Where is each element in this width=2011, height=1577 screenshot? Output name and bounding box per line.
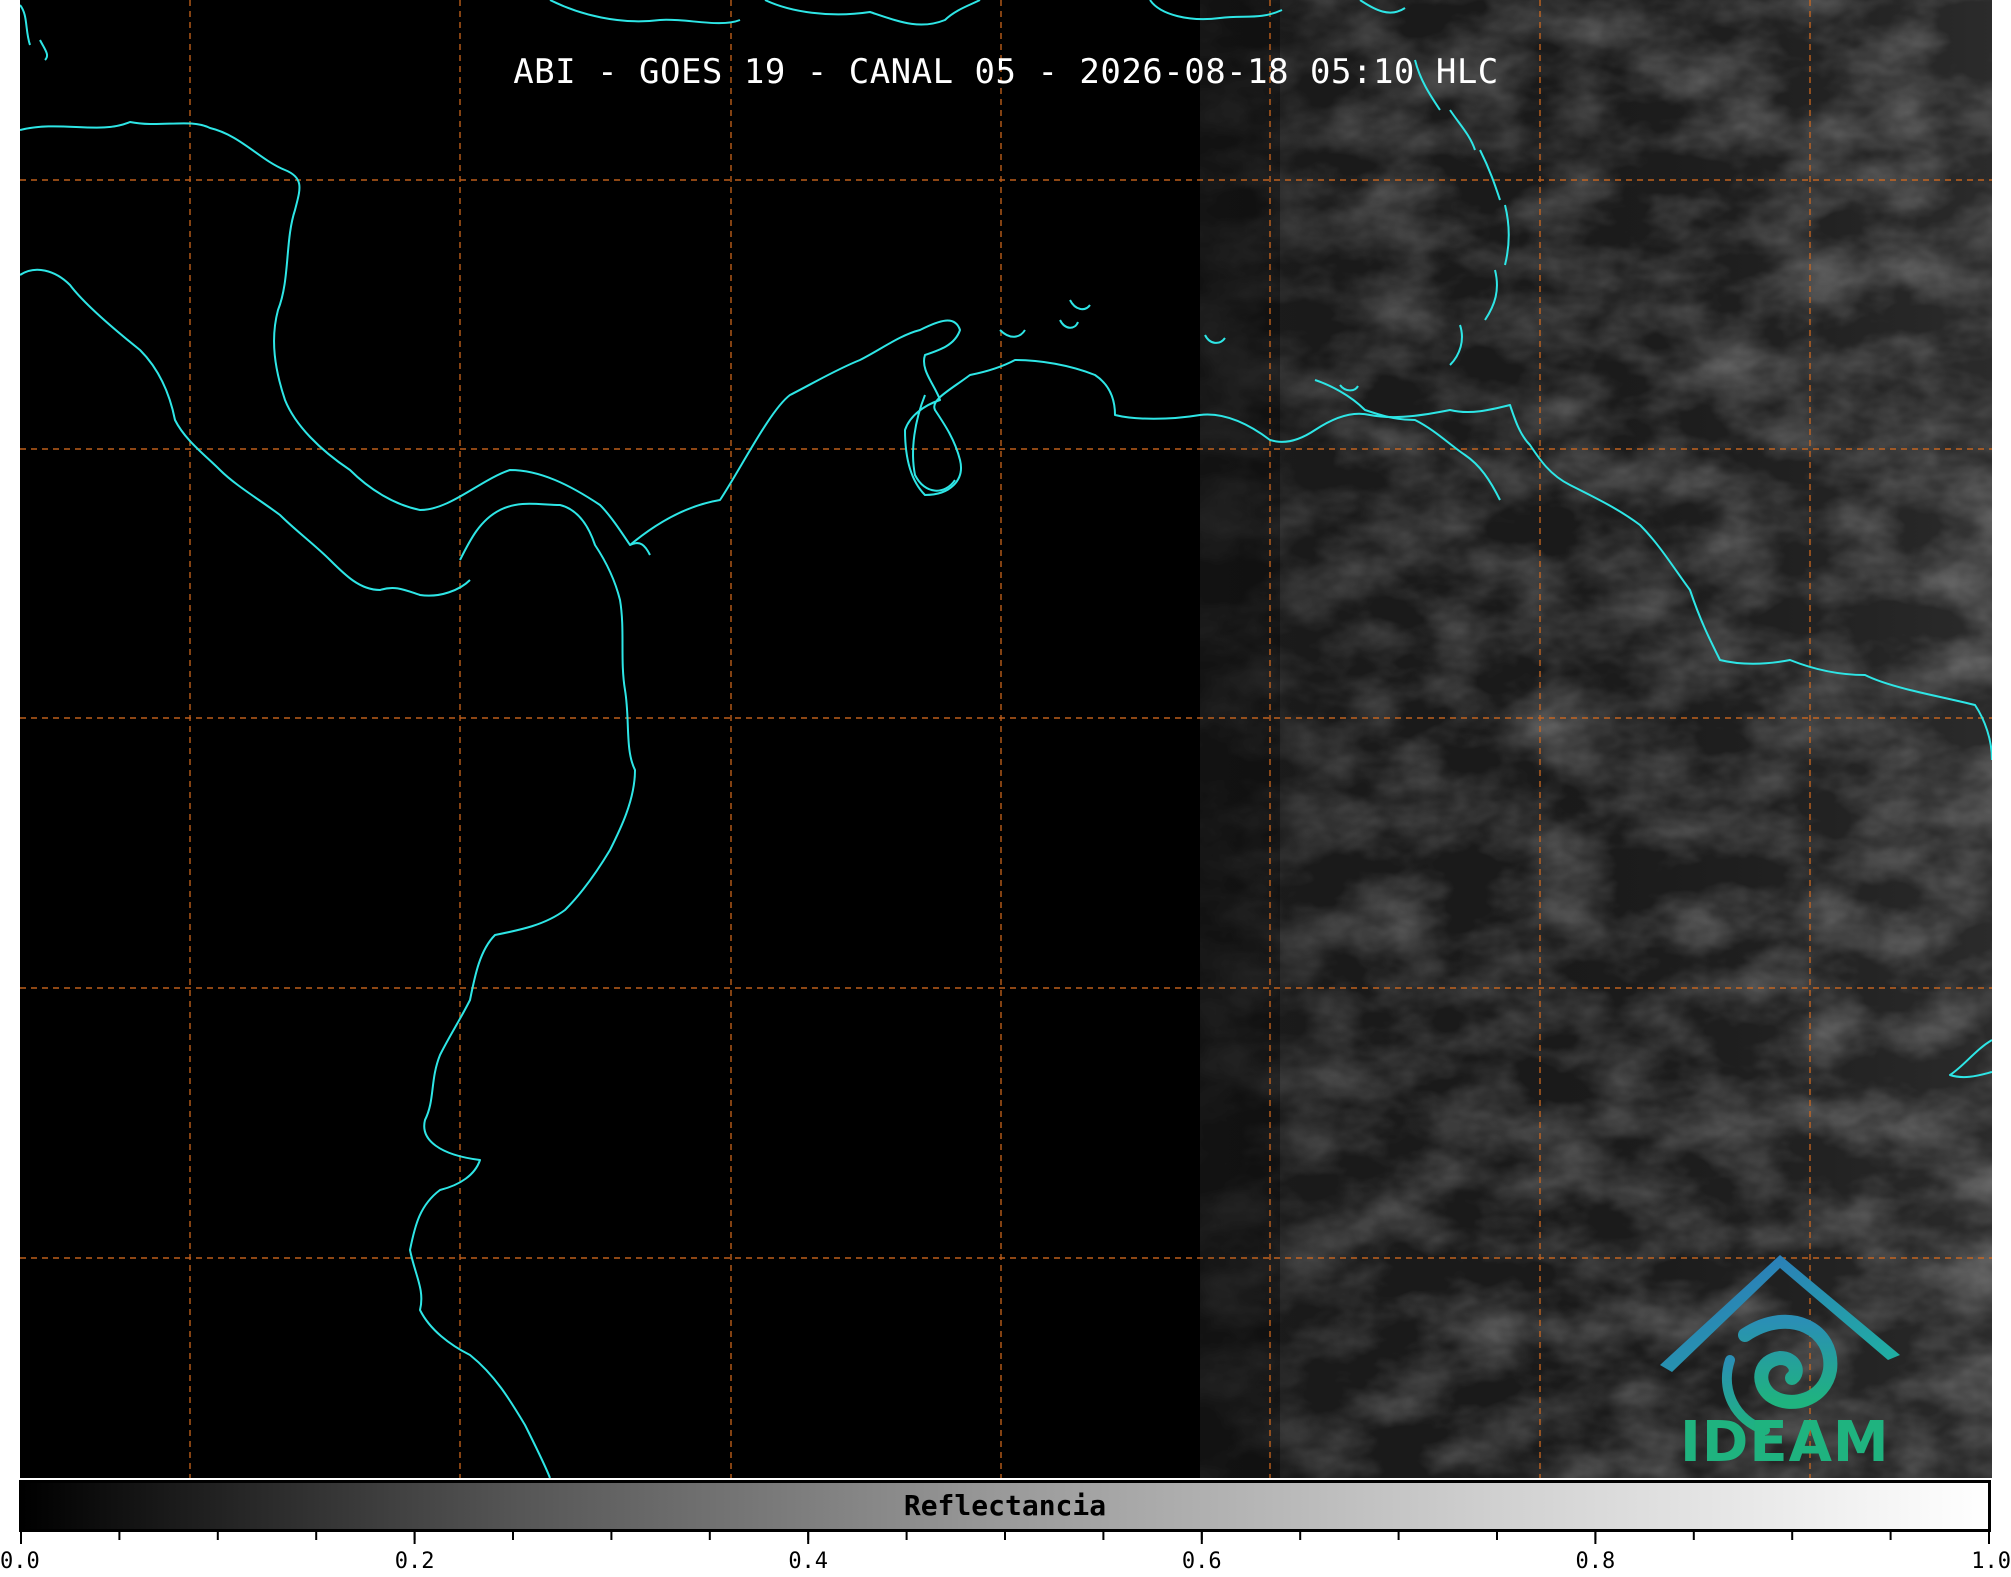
colorbar-tick-label: 0.4	[788, 1549, 828, 1574]
colorbar-axis: 0.0 0.2 0.4 0.6 0.8 1.0	[0, 1532, 2011, 1574]
colorbar-label: Reflectancia	[903, 1489, 1107, 1522]
coastline-top-island	[764, 0, 981, 26]
colorbar: Reflectancia	[19, 1480, 1991, 1532]
coastline-isthmus	[409, 502, 636, 1478]
satellite-map: ABI - GOES 19 - CANAL 05 - 2026-08-18 05…	[20, 0, 1992, 1478]
colorbar-tick-label: 0.0	[0, 1549, 40, 1574]
coastline-top-island	[549, 0, 741, 25]
coastline-pacific	[20, 268, 471, 597]
colorbar-tick-label: 0.6	[1182, 1549, 1222, 1574]
colorbar-tick-label: 0.2	[395, 1549, 435, 1574]
colorbar-tick-label: 0.8	[1576, 1549, 1616, 1574]
map-title: ABI - GOES 19 - CANAL 05 - 2026-08-18 05…	[513, 52, 1499, 92]
coastline-central-america	[20, 121, 651, 556]
colorbar-tick-label: 1.0	[1971, 1549, 2011, 1574]
logo-text: IDEAM	[1680, 1410, 1890, 1475]
